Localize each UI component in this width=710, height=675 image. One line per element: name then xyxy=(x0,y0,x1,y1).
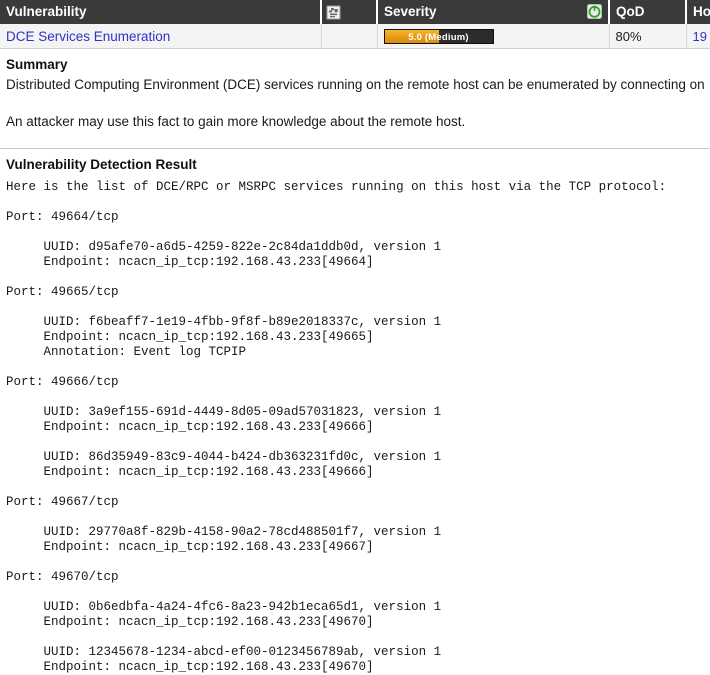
vulnerability-link[interactable]: DCE Services Enumeration xyxy=(6,29,170,44)
results-table: Vulnerability Severity QoD Ho DCE Servic… xyxy=(0,0,710,49)
summary-paragraph-1: Distributed Computing Environment (DCE) … xyxy=(6,77,705,92)
column-header-host-label: Ho xyxy=(693,4,710,19)
summary-paragraph-2: An attacker may use this fact to gain mo… xyxy=(6,114,466,129)
column-header-vulnerability[interactable]: Vulnerability xyxy=(0,0,322,24)
detection-result-text: Here is the list of DCE/RPC or MSRPC ser… xyxy=(6,180,667,674)
table-row[interactable]: DCE Services Enumeration 5.0 (Medium) 80… xyxy=(0,24,710,49)
detection-result-title: Vulnerability Detection Result xyxy=(6,157,197,172)
column-header-severity-label: Severity xyxy=(384,4,437,19)
table-header-row: Vulnerability Severity QoD Ho xyxy=(0,0,710,24)
severity-bar: 5.0 (Medium) xyxy=(383,28,494,44)
cell-host: 19 xyxy=(686,24,710,49)
cell-solution-type xyxy=(321,24,378,49)
cell-severity: 5.0 (Medium) xyxy=(377,24,610,49)
cell-vulnerability: DCE Services Enumeration xyxy=(0,24,322,49)
summary-section: Summary Distributed Computing Environmen… xyxy=(0,57,710,131)
column-header-qod[interactable]: QoD xyxy=(609,0,687,24)
column-header-qod-label: QoD xyxy=(616,4,645,19)
summary-title: Summary xyxy=(6,57,68,72)
section-divider xyxy=(0,148,710,149)
column-header-severity[interactable]: Severity xyxy=(377,0,610,24)
severity-class-icon xyxy=(587,4,602,19)
column-header-vulnerability-label: Vulnerability xyxy=(6,4,87,19)
cell-qod: 80% xyxy=(609,24,687,49)
solution-type-icon xyxy=(326,5,341,20)
detection-result-section: Vulnerability Detection Result Here is t… xyxy=(0,157,710,675)
column-header-solution-type[interactable] xyxy=(321,0,378,24)
severity-bar-label: 5.0 (Medium) xyxy=(408,31,469,43)
column-header-host[interactable]: Ho xyxy=(686,0,710,24)
